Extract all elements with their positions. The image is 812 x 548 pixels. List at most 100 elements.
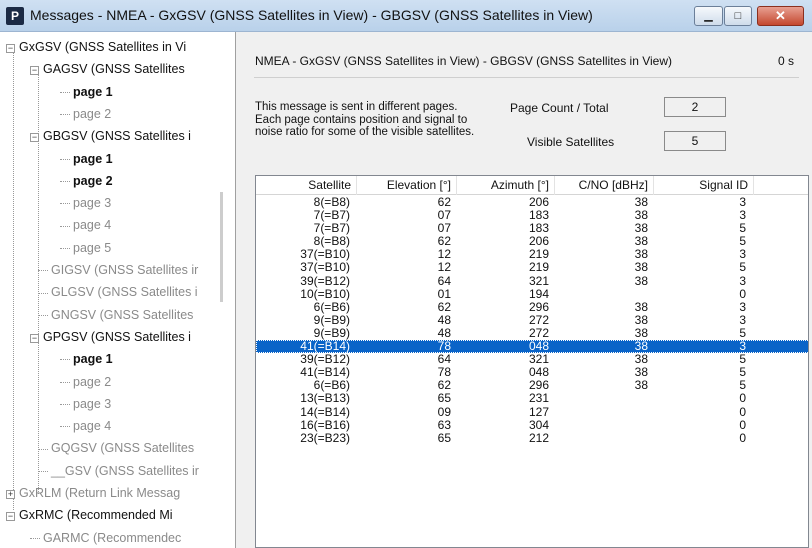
tree-connector: [60, 114, 70, 116]
tree-item-label: GLGSV (GNSS Satellites i: [51, 285, 198, 300]
tree-connector: [60, 158, 70, 160]
tree-item-label: GAGSV (GNSS Satellites: [43, 62, 185, 77]
tree-item[interactable]: GLGSV (GNSS Satellites i: [38, 281, 198, 303]
tree-item[interactable]: GNGSV (GNSS Satellites: [38, 304, 193, 326]
table-body: 8(=B8) 62 206 38 3 7(=B7) 07 183 38 3 7(=B7) 07 183 3…: [256, 195, 808, 445]
tree-item[interactable]: page 1: [60, 348, 113, 370]
cell-cno: 38: [634, 378, 648, 393]
cell-signal-id: 0: [739, 404, 746, 419]
tree-item[interactable]: GQGSV (GNSS Satellites: [38, 437, 194, 459]
tree-connector: [60, 359, 70, 361]
tree-item-label: page 5: [73, 240, 112, 255]
message-age: 0 s: [777, 54, 794, 68]
tree-item[interactable]: + GxRLM (Return Link Messag: [6, 482, 180, 504]
tree-item[interactable]: page 4: [60, 214, 111, 236]
message-description: This message is sent in different pages.…: [255, 101, 474, 139]
tree-item[interactable]: page 3: [60, 393, 111, 415]
table-header: Satellite Elevation [°] Azimuth [°] C/NO…: [256, 176, 808, 195]
tree-item[interactable]: − GxGSV (GNSS Satellites in Vi: [6, 36, 186, 58]
app-icon: P: [6, 7, 24, 25]
table-row[interactable]: 37(=B10) 12 219 38 5: [256, 260, 808, 275]
tree-item[interactable]: page 2: [60, 371, 111, 393]
window-title: Messages - NMEA - GxGSV (GNSS Satellites…: [30, 7, 593, 23]
cell-elevation: 65: [437, 430, 451, 445]
column-header-satellite[interactable]: Satellite: [256, 176, 357, 195]
collapse-icon[interactable]: −: [30, 333, 39, 343]
cell-cno: 38: [634, 260, 648, 275]
tree-item-label: GxRMC (Recommended Mi: [19, 508, 173, 523]
tree-item[interactable]: − GAGSV (GNSS Satellites: [30, 58, 185, 80]
expand-icon[interactable]: +: [6, 490, 15, 499]
cell-elevation: 64: [437, 273, 451, 288]
tree-item[interactable]: GARMC (Recommendec: [30, 527, 181, 548]
close-button[interactable]: ✕: [757, 6, 804, 26]
tree-connector: [60, 203, 70, 205]
tree-item[interactable]: − GBGSV (GNSS Satellites i: [30, 125, 191, 147]
tree-item-label: page 2: [73, 374, 112, 389]
tree-item-label: GARMC (Recommendec: [43, 530, 182, 545]
tree-item[interactable]: − GxRMC (Recommended Mi: [6, 504, 173, 526]
tree-item[interactable]: page 5: [60, 237, 111, 259]
collapse-icon[interactable]: −: [6, 44, 15, 53]
tree-item[interactable]: page 2: [60, 170, 113, 192]
cell-satellite: 23(=B23): [300, 430, 350, 445]
tree-guide-line: [13, 50, 14, 510]
collapse-icon[interactable]: −: [30, 66, 39, 76]
message-tree[interactable]: − GxGSV (GNSS Satellites in Vi − GAGSV (GNS…: [0, 32, 236, 548]
description-line: Each page contains position and signal t…: [255, 113, 468, 126]
table-row[interactable]: 9(=B9) 48 272 38 3: [256, 312, 808, 327]
table-row[interactable]: 39(=B12) 64 321 38 3: [256, 273, 808, 288]
tree-item[interactable]: − GPGSV (GNSS Satellites i: [30, 326, 191, 348]
collapse-icon[interactable]: −: [30, 133, 39, 143]
column-header-elevation[interactable]: Elevation [°]: [357, 176, 457, 195]
message-header: NMEA - GxGSV (GNSS Satellites in View) -…: [255, 54, 673, 68]
tree-item[interactable]: __GSV (GNSS Satellites ir: [38, 460, 199, 482]
tree-item-label: GPGSV (GNSS Satellites i: [43, 329, 191, 344]
cell-signal-id: 3: [739, 273, 746, 288]
cell-elevation: 09: [437, 404, 451, 419]
minimize-button[interactable]: ▁: [694, 6, 723, 26]
tree-connector: [38, 292, 48, 294]
description-line: noise ratio for some of the visible sate…: [255, 126, 475, 138]
table-row[interactable]: 16(=B16) 63 304 0: [256, 417, 808, 432]
cell-azimuth: 321: [528, 273, 549, 288]
cell-azimuth: 219: [528, 260, 549, 275]
tree-item-label: page 3: [73, 196, 112, 211]
tree-item[interactable]: page 1: [60, 81, 113, 103]
tree-item-label: GIGSV (GNSS Satellites ir: [51, 263, 199, 277]
tree-scrollbar-thumb[interactable]: [220, 192, 223, 302]
cell-azimuth: 212: [528, 430, 549, 445]
table-row[interactable]: 14(=B14) 09 127 0: [256, 404, 808, 419]
window-body: − GxGSV (GNSS Satellites in Vi − GAGSV (GNS…: [0, 32, 812, 548]
column-header-signal-id[interactable]: Signal ID: [654, 176, 754, 195]
tree-item[interactable]: page 4: [60, 415, 111, 437]
title-bar[interactable]: P Messages - NMEA - GxGSV (GNSS Satellit…: [0, 0, 812, 32]
cell-satellite: 16(=B16): [300, 417, 350, 432]
column-header-cno[interactable]: C/NO [dBHz]: [555, 176, 654, 195]
tree-item[interactable]: page 1: [60, 148, 113, 170]
cell-signal-id: 0: [739, 417, 746, 432]
cell-signal-id: 3: [739, 299, 746, 314]
table-row[interactable]: 10(=B10) 01 194 0: [256, 286, 808, 301]
column-header-azimuth[interactable]: Azimuth [°]: [457, 176, 555, 195]
cell-cno: 38: [634, 312, 648, 327]
tree-connector: [38, 448, 48, 450]
cell-satellite: 37(=B10): [300, 260, 350, 275]
cell-satellite: 10(=B10): [300, 286, 350, 301]
tree-item[interactable]: GIGSV (GNSS Satellites ir: [38, 259, 198, 281]
tree-connector: [60, 91, 70, 93]
tree-item[interactable]: page 3: [60, 192, 111, 214]
tree-item-label: GQGSV (GNSS Satellites: [51, 441, 195, 456]
table-row[interactable]: 13(=B13) 65 231 0: [256, 392, 808, 405]
cell-elevation: 63: [437, 417, 451, 432]
collapse-icon[interactable]: −: [6, 512, 15, 522]
cell-signal-id: 5: [739, 260, 746, 275]
tree-item[interactable]: page 2: [60, 103, 111, 125]
tree-item-label: page 2: [73, 106, 112, 121]
maximize-button[interactable]: □: [724, 6, 752, 26]
cell-azimuth: 194: [528, 286, 549, 301]
table-row[interactable]: 23(=B23) 65 212 0: [256, 430, 808, 445]
table-row[interactable]: 6(=B6) 62 296 38 3: [256, 299, 808, 314]
satellite-table[interactable]: Satellite Elevation [°] Azimuth [°] C/NO…: [255, 175, 809, 548]
page-count-value: 2: [664, 97, 726, 117]
